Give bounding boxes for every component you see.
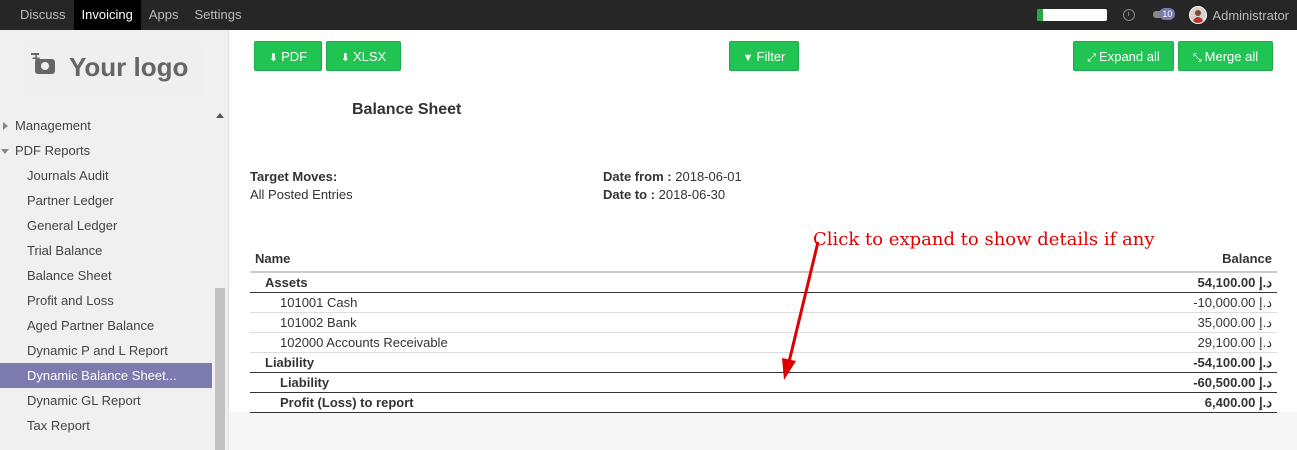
- date-from: Date from : 2018-06-01: [603, 169, 742, 184]
- scrollbar-thumb[interactable]: [215, 288, 225, 450]
- report-title: Balance Sheet: [352, 101, 462, 118]
- pdf-button[interactable]: ⬇ PDF: [254, 41, 322, 71]
- row-balance: 35,000.00 د.إ: [964, 312, 1277, 333]
- date-to: Date to : 2018-06-30: [603, 187, 726, 202]
- caret-right-icon: [3, 122, 8, 130]
- app-menu: Discuss Invoicing Apps Settings: [12, 0, 249, 30]
- top-navbar: Discuss Invoicing Apps Settings 10 Admin…: [0, 0, 1297, 30]
- menu-settings[interactable]: Settings: [186, 0, 249, 30]
- sidebar-item-label: PDF Reports: [15, 143, 91, 158]
- expand-icon: ⤢: [1087, 52, 1097, 64]
- row-balance: 54,100.00 د.إ: [964, 271, 1277, 293]
- caret-down-icon: [1, 149, 9, 154]
- clock-icon[interactable]: [1123, 9, 1136, 21]
- target-moves-label: Target Moves:: [250, 169, 338, 184]
- row-name: Liability: [250, 372, 965, 393]
- download-icon: ⬇: [340, 52, 350, 64]
- user-avatar[interactable]: [1189, 6, 1208, 24]
- scroll-up-icon[interactable]: [216, 113, 224, 118]
- annotation-arrow-icon: [782, 241, 820, 380]
- annotation-text: Click to expand to show details if any: [813, 229, 1155, 250]
- camera-icon: [31, 53, 55, 74]
- filter-button[interactable]: ▼ Filter: [729, 41, 799, 71]
- row-balance: -60,500.00 د.إ: [964, 372, 1277, 393]
- message-count-badge: 10: [1159, 8, 1176, 20]
- row-name: Profit (Loss) to report: [250, 392, 965, 413]
- sidebar-item-aged-partner-balance[interactable]: Aged Partner Balance: [0, 313, 212, 338]
- menu-apps[interactable]: Apps: [141, 0, 187, 30]
- row-balance: -54,100.00 د.إ: [964, 352, 1277, 373]
- download-icon: ⬇: [268, 52, 279, 64]
- menu-discuss[interactable]: Discuss: [12, 0, 74, 30]
- xlsx-button-label: XLSX: [352, 49, 387, 64]
- sidebar-item-trial-balance[interactable]: Trial Balance: [0, 238, 212, 263]
- sidebar-item-label: Management: [15, 118, 91, 133]
- sidebar: + Your logo Management PDF Reports Journ…: [0, 30, 229, 450]
- sidebar-item-dynamic-gl-report[interactable]: Dynamic GL Report: [0, 388, 212, 413]
- sidebar-item-profit-and-loss[interactable]: Profit and Loss: [0, 288, 212, 313]
- row-name: 101002 Bank: [250, 312, 965, 333]
- row-balance: 6,400.00 د.إ: [964, 392, 1277, 413]
- target-moves-value: All Posted Entries: [250, 187, 353, 202]
- menu-invoicing[interactable]: Invoicing: [73, 0, 141, 30]
- filter-icon: ▼: [742, 52, 754, 64]
- table-row[interactable]: Profit (Loss) to report 6,400.00 د.إ: [250, 392, 1277, 413]
- sidebar-scrollbar[interactable]: [214, 108, 226, 450]
- row-balance: 29,100.00 د.إ: [964, 332, 1277, 353]
- row-name: Liability: [250, 352, 965, 373]
- row-name: 102000 Accounts Receivable: [250, 332, 965, 353]
- xlsx-button[interactable]: ⬇ XLSX: [326, 41, 401, 71]
- row-balance: -10,000.00 د.إ: [964, 292, 1277, 313]
- sidebar-group-pdf-reports[interactable]: PDF Reports: [0, 138, 212, 163]
- progress-bar-fill: [1037, 9, 1044, 21]
- sidebar-item-tax-report[interactable]: Tax Report: [0, 413, 212, 438]
- sidebar-item-general-ledger[interactable]: General Ledger: [0, 213, 212, 238]
- merge-all-button[interactable]: ⤡ Merge all: [1178, 41, 1273, 71]
- expand-all-label: Expand all: [1099, 49, 1160, 64]
- logo-text: Your logo: [69, 52, 189, 82]
- sidebar-menu: Management PDF Reports Journals Audit Pa…: [0, 113, 212, 438]
- expand-all-button[interactable]: ⤢ Expand all: [1073, 41, 1174, 71]
- company-logo[interactable]: + Your logo: [23, 41, 203, 97]
- row-name: 101001 Cash: [250, 292, 965, 313]
- sidebar-item-dynamic-p-and-l[interactable]: Dynamic P and L Report: [0, 338, 212, 363]
- sidebar-item-journals-audit[interactable]: Journals Audit: [0, 163, 212, 188]
- sidebar-item-partner-ledger[interactable]: Partner Ledger: [0, 188, 212, 213]
- progress-bar: [1037, 9, 1108, 21]
- sidebar-item-balance-sheet[interactable]: Balance Sheet: [0, 263, 212, 288]
- compress-icon: ⤡: [1192, 52, 1202, 64]
- filter-button-label: Filter: [756, 49, 786, 64]
- sidebar-item-dynamic-balance-sheet[interactable]: Dynamic Balance Sheet...: [0, 363, 212, 388]
- pdf-button-label: PDF: [281, 49, 308, 64]
- user-name[interactable]: Administrator: [1212, 8, 1289, 23]
- merge-all-label: Merge all: [1204, 49, 1259, 64]
- row-name: Assets: [250, 271, 965, 293]
- sidebar-group-management[interactable]: Management: [0, 113, 212, 138]
- systray: 10 Administrator: [1037, 0, 1289, 30]
- messages-button[interactable]: 10: [1153, 8, 1176, 21]
